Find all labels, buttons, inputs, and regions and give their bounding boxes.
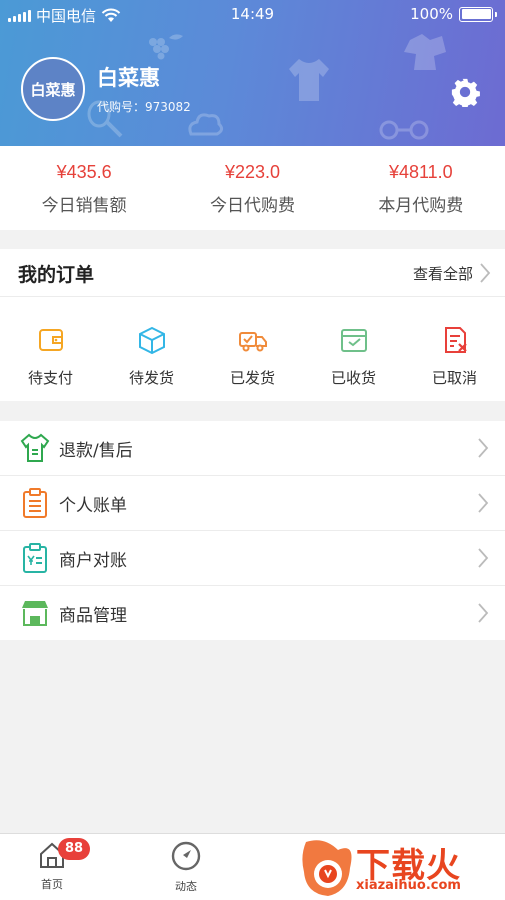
- chevron-right-icon: [480, 263, 491, 283]
- menu-item-label: 个人账单: [59, 495, 127, 516]
- user-name: 白菜惠: [97, 66, 160, 90]
- stat-today-sales[interactable]: ¥435.6 今日销售额: [0, 146, 168, 230]
- truck-icon: [238, 332, 267, 352]
- orders-header: 我的订单 查看全部: [0, 249, 505, 297]
- order-status-received[interactable]: 已收货: [303, 297, 404, 401]
- view-all-orders-link[interactable]: 查看全部: [413, 262, 491, 284]
- package-icon: [138, 326, 165, 355]
- orders-panel: 我的订单 查看全部 待支付 待发货 已发货 已收货 已取消: [0, 249, 505, 401]
- chevron-right-icon: [478, 548, 489, 568]
- chevron-right-icon: [478, 438, 489, 458]
- menu-item-label: 商户对账: [59, 550, 127, 571]
- wallet-icon: [38, 329, 63, 351]
- avatar[interactable]: 白菜惠: [21, 57, 85, 121]
- chevron-right-icon: [478, 493, 489, 513]
- agent-id: 代购号：973082: [97, 100, 191, 114]
- stats-panel: ¥435.6 今日销售额 ¥223.0 今日代购费 ¥4811.0 本月代购费: [0, 146, 505, 230]
- stat-value: ¥435.6: [56, 162, 112, 182]
- order-status-label: 已发货: [229, 369, 275, 387]
- stat-label: 今日销售额: [41, 196, 127, 216]
- menu-item-product-management[interactable]: 商品管理: [0, 586, 505, 640]
- refund-shirt-icon: [20, 433, 50, 462]
- status-bar: 中国电信 14:49 100%: [0, 0, 505, 30]
- order-status-pending-payment[interactable]: 待支付: [0, 297, 101, 401]
- menu-item-label: 商品管理: [59, 605, 127, 626]
- profile-header: 中国电信 14:49 100% 白菜惠 白菜惠 代购号：973082: [0, 0, 505, 146]
- chevron-right-icon: [478, 603, 489, 623]
- menu-item-label: 退款/售后: [59, 440, 133, 461]
- compass-icon: [171, 841, 201, 871]
- tab-label: 动态: [175, 880, 197, 893]
- tshirt-decoration-icon: [289, 59, 329, 101]
- menu-item-refund[interactable]: 退款/售后: [0, 421, 505, 476]
- stat-label: 本月代购费: [378, 196, 464, 216]
- glasses-decoration-icon: [379, 120, 429, 140]
- stat-value: ¥4811.0: [388, 162, 453, 182]
- menu-item-personal-bill[interactable]: 个人账单: [0, 476, 505, 531]
- order-status-to-ship[interactable]: 待发货: [101, 297, 202, 401]
- tab-label: 首页: [41, 878, 63, 891]
- order-status-label: 待发货: [128, 369, 174, 387]
- watermark-url: xiazaihuo.com: [356, 878, 461, 893]
- ledger-icon: [23, 543, 47, 573]
- stat-today-fee[interactable]: ¥223.0 今日代购费: [168, 146, 336, 230]
- battery-percent: 100%: [410, 5, 453, 23]
- order-status-label: 待支付: [27, 369, 73, 387]
- order-status-label: 已收货: [330, 369, 376, 387]
- menu-item-merchant-reconcile[interactable]: 商户对账: [0, 531, 505, 586]
- order-status-cancelled[interactable]: 已取消: [404, 297, 505, 401]
- inbox-icon: [340, 329, 367, 352]
- battery-icon: [459, 6, 497, 22]
- cloud-decoration-icon: [188, 113, 224, 136]
- store-icon: [22, 601, 48, 626]
- gear-icon[interactable]: [450, 77, 480, 107]
- dress-decoration-icon: [404, 34, 446, 70]
- orders-title: 我的订单: [18, 264, 95, 286]
- order-status-shipped[interactable]: 已发货: [202, 297, 303, 401]
- stat-month-fee[interactable]: ¥4811.0 本月代购费: [337, 146, 505, 230]
- grapes-decoration-icon: [149, 34, 183, 60]
- stat-value: ¥223.0: [224, 162, 281, 182]
- stat-label: 今日代购费: [209, 196, 295, 216]
- notification-badge: 88: [58, 838, 90, 860]
- view-all-label: 查看全部: [412, 264, 473, 283]
- clipboard-icon: [23, 488, 47, 518]
- menu-list: 退款/售后 个人账单 商户对账 商品管理: [0, 421, 505, 640]
- cancel-doc-icon: [444, 327, 467, 353]
- tab-activity[interactable]: 动态: [156, 840, 216, 894]
- order-status-label: 已取消: [431, 369, 477, 387]
